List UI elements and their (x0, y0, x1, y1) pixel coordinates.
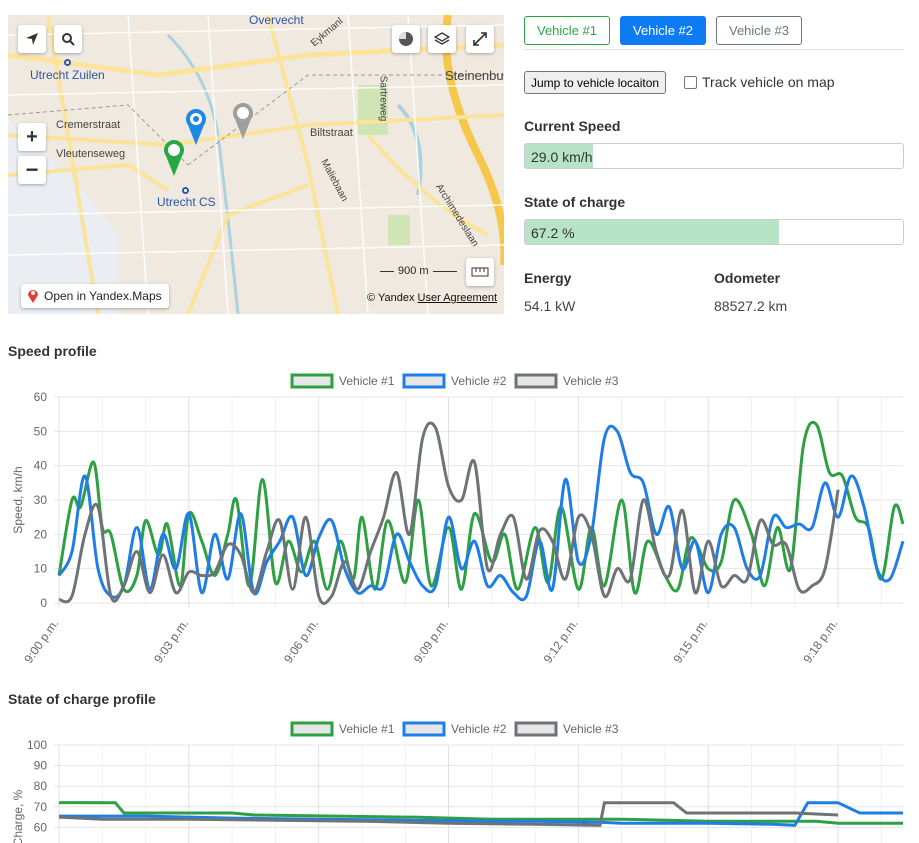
state-of-charge-label: State of charge (524, 194, 626, 210)
open-yandex-maps-label: Open in Yandex.Maps (44, 289, 162, 303)
map-place-label: Overvecht (249, 15, 304, 27)
legend-item: Vehicle #3 (514, 373, 619, 389)
legend-label: Vehicle #2 (451, 374, 507, 388)
map[interactable]: Overvecht Utrecht Zuilen Steinenbu Utrec… (8, 15, 504, 314)
search-icon[interactable] (54, 25, 82, 53)
tab-vehicle-2[interactable]: Vehicle #2 (620, 16, 706, 45)
legend-label: Vehicle #1 (339, 374, 395, 388)
legend-label: Vehicle #2 (451, 722, 507, 736)
copyright-text: © Yandex (366, 292, 415, 304)
y-tick-label: 60 (34, 390, 48, 404)
legend-item: Vehicle #3 (514, 721, 619, 737)
speed-profile-chart[interactable]: Vehicle #1 Vehicle #2 Vehicle #3 0 10 20 30 40 5… (0, 365, 919, 685)
x-tick-label: 9:09 p.m. (411, 617, 451, 666)
map-pin-icon (28, 290, 38, 303)
speed-profile-title: Speed profile (8, 343, 97, 359)
map-copyright: © Yandex User Agreement (367, 292, 497, 304)
legend-item: Vehicle #2 (402, 721, 507, 737)
user-agreement-link[interactable]: User Agreement (418, 292, 497, 304)
map-scale-label: 900 m (398, 265, 429, 277)
layers-icon[interactable] (428, 25, 456, 53)
map-place-label: Utrecht CS (157, 195, 216, 209)
legend-label: Vehicle #1 (339, 722, 395, 736)
x-tick-label: 9:12 p.m. (541, 617, 581, 666)
legend-swatch (290, 373, 334, 389)
legend-swatch (514, 373, 558, 389)
map-street-label: Cremerstraat (56, 119, 121, 131)
station-icon (182, 187, 189, 194)
map-place-label: Utrecht Zuilen (30, 68, 105, 82)
ruler-icon[interactable] (466, 258, 494, 286)
y-tick-label: 80 (34, 779, 48, 793)
soc-profile-title: State of charge profile (8, 691, 156, 707)
soc-profile-chart[interactable]: Vehicle #1 Vehicle #2 Vehicle #3 60 70 80 90 10… (0, 713, 919, 843)
odometer-value: 88527.2 km (714, 298, 788, 314)
legend-item: Vehicle #1 (290, 373, 395, 389)
map-scale: 900 m (380, 265, 457, 277)
legend-swatch (514, 721, 558, 737)
vehicle-2-marker-icon[interactable] (184, 107, 212, 147)
map-street-label: Vleutenseweg (56, 148, 126, 160)
energy-value: 54.1 kW (524, 298, 576, 314)
x-tick-label: 9:03 p.m. (151, 617, 191, 666)
track-vehicle-label: Track vehicle on map (702, 74, 835, 90)
state-of-charge-value: 67.2 % (531, 225, 575, 241)
track-vehicle-checkbox[interactable] (684, 75, 697, 89)
odometer-label: Odometer (714, 270, 781, 286)
track-vehicle-toggle[interactable]: Track vehicle on map (684, 74, 835, 90)
open-yandex-maps-link[interactable]: Open in Yandex.Maps (21, 284, 169, 308)
x-tick-label: 9:00 p.m. (21, 617, 61, 666)
fullscreen-icon[interactable] (466, 25, 494, 53)
zoom-out-icon[interactable]: − (18, 156, 46, 184)
map-place-label: Steinenbu (445, 68, 504, 83)
current-speed-value: 29.0 km/h (531, 149, 593, 165)
y-tick-label: 30 (34, 493, 48, 507)
y-tick-label: 70 (34, 800, 48, 814)
current-speed-bar: 29.0 km/h (524, 143, 904, 169)
tabs-divider (524, 49, 904, 50)
y-axis-label: Speed, km/h (11, 466, 25, 533)
legend-label: Vehicle #3 (563, 722, 619, 736)
y-axis-label: Charge, % (11, 789, 25, 843)
legend-swatch (402, 373, 446, 389)
y-tick-label: 0 (40, 596, 47, 610)
y-tick-label: 40 (34, 459, 48, 473)
legend-label: Vehicle #3 (563, 374, 619, 388)
jump-to-vehicle-button[interactable]: Jump to vehicle locaiton (524, 71, 667, 94)
x-tick-label: 9:18 p.m. (800, 617, 840, 666)
y-tick-label: 20 (34, 527, 48, 541)
map-street-label: Sartreweg (377, 75, 389, 122)
locate-icon[interactable] (18, 25, 46, 53)
x-tick-label: 9:06 p.m. (281, 617, 321, 666)
legend-item: Vehicle #2 (402, 373, 507, 389)
current-speed-label: Current Speed (524, 118, 621, 134)
station-icon (64, 59, 71, 66)
state-of-charge-bar: 67.2 % (524, 219, 904, 245)
zoom-in-icon[interactable]: + (18, 123, 46, 151)
y-tick-label: 90 (34, 759, 48, 773)
y-tick-label: 50 (34, 424, 48, 438)
vehicle-3-marker-icon[interactable] (231, 101, 259, 141)
traffic-icon[interactable] (392, 25, 420, 53)
legend-item: Vehicle #1 (290, 721, 395, 737)
vehicle-tabs: Vehicle #1 Vehicle #2 Vehicle #3 (524, 16, 802, 45)
energy-label: Energy (524, 270, 572, 286)
x-tick-label: 9:15 p.m. (671, 617, 711, 666)
map-street-label: Biltstraat (310, 127, 353, 139)
legend-swatch (402, 721, 446, 737)
legend-swatch (290, 721, 334, 737)
tab-vehicle-1[interactable]: Vehicle #1 (524, 16, 610, 45)
y-tick-label: 100 (27, 738, 47, 752)
tab-vehicle-3[interactable]: Vehicle #3 (716, 16, 802, 45)
y-tick-label: 10 (34, 562, 48, 576)
y-tick-label: 60 (34, 820, 48, 834)
